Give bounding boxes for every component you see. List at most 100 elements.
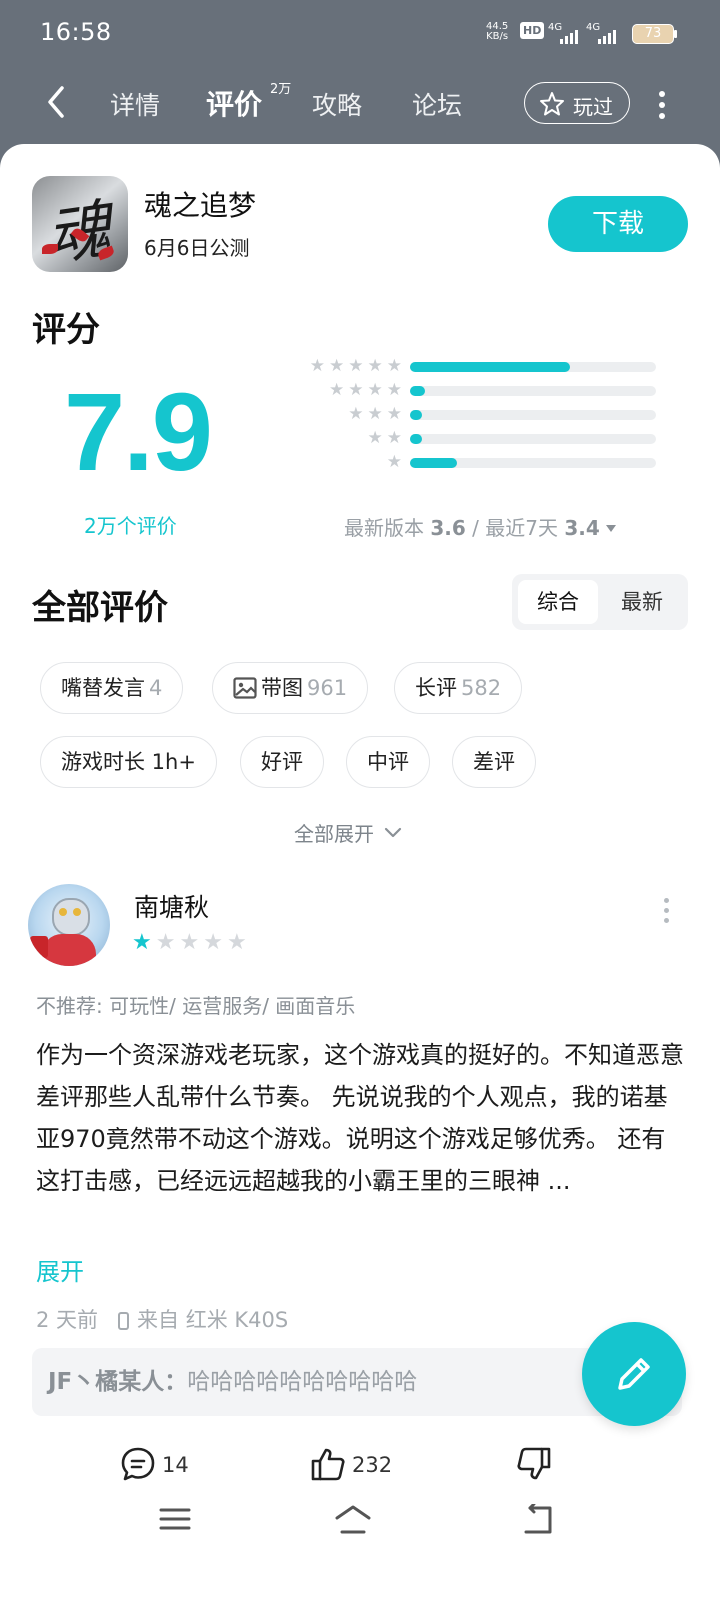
download-button[interactable]: 下载: [548, 196, 688, 252]
version-ratings[interactable]: 最新版本 3.6 / 最近7天 3.4: [344, 512, 616, 541]
review-text: 作为一个资深游戏老玩家，这个游戏真的挺好的。不知道恶意差评那些人乱带什么节奏。 …: [36, 1041, 684, 1195]
rating-row-1-star: ★: [262, 452, 662, 472]
filter-chip-with-image[interactable]: 带图 961: [212, 662, 369, 714]
comment-button[interactable]: 14: [120, 1446, 189, 1482]
write-review-button[interactable]: [582, 1322, 686, 1426]
rating-bar-fill: [410, 434, 423, 444]
reviewer-name[interactable]: 南塘秋: [134, 888, 209, 924]
rating-bar-fill: [410, 362, 570, 372]
chip-label: 游戏时长 1h+: [61, 750, 196, 774]
played-label: 玩过: [573, 95, 613, 119]
rating-bar-fill: [410, 386, 425, 396]
dropdown-caret-icon: [605, 525, 616, 532]
dislike-button[interactable]: [516, 1446, 558, 1482]
chip-label: 带图: [261, 676, 303, 700]
more-icon[interactable]: [656, 88, 668, 120]
chip-label: 好评: [261, 750, 303, 774]
comment-count: 14: [162, 1453, 189, 1477]
like-count: 232: [352, 1453, 393, 1477]
signal-icon-2: 4G: [586, 22, 620, 44]
expand-all-label: 全部展开: [294, 822, 374, 846]
chevron-down-icon: [384, 827, 402, 838]
review-meta: 2 天前 来自 红米 K40S: [36, 1304, 288, 1334]
tab-reviews[interactable]: 评价: [206, 83, 262, 123]
tab-details[interactable]: 详情: [110, 86, 160, 122]
signal-1-label: 4G: [548, 22, 563, 33]
filter-chip-long-review[interactable]: 长评 582: [394, 662, 523, 714]
tab-forum[interactable]: 论坛: [412, 86, 462, 122]
version-label: 最新版本: [344, 516, 424, 540]
rating-bar-track: [410, 410, 656, 420]
back-nav-icon[interactable]: [520, 1504, 556, 1536]
rating-row-5-star: ★★★★★: [262, 356, 662, 376]
content-sheet: 魂 魂之追梦 6月6日公测 下载 评分 7.9 2万个评价 ★★★★★ ★★★★ ★…: [0, 144, 720, 1603]
review-more-icon[interactable]: [664, 898, 670, 928]
recent-label: 最近7天: [485, 516, 558, 540]
played-button[interactable]: 玩过: [524, 82, 630, 124]
expand-review-link[interactable]: 展开: [36, 1252, 84, 1287]
filter-chip-negative[interactable]: 差评: [452, 736, 536, 788]
star-icons: ★★★: [348, 404, 406, 424]
rating-row-2-star: ★★: [262, 428, 662, 448]
net-speed: 44.5 KB/s: [486, 22, 508, 42]
status-bar: 16:58 44.5 KB/s HD 4G 4G 73: [0, 0, 720, 64]
version-score: 3.6: [430, 516, 466, 540]
rating-bar-track: [410, 386, 656, 396]
reply-author: JF丶橘某人：: [48, 1369, 188, 1395]
rating-score: 7.9: [64, 371, 213, 494]
review-time: 2 天前: [36, 1308, 99, 1332]
filter-chip-neutral[interactable]: 中评: [346, 736, 430, 788]
image-icon: [233, 677, 257, 699]
rating-row-3-star: ★★★: [262, 404, 662, 424]
reviewer-rating: ★★★★★: [132, 930, 251, 955]
menu-icon[interactable]: [158, 1504, 192, 1534]
comment-icon: [121, 1447, 155, 1481]
app-icon: 魂: [32, 176, 128, 272]
rating-bar-track: [410, 434, 656, 444]
sort-option-comprehensive[interactable]: 综合: [518, 580, 598, 624]
review-count-badge: 2万: [270, 82, 292, 97]
chip-count: 961: [307, 676, 348, 700]
thumbs-up-icon: [311, 1448, 345, 1481]
star-empty-icon: ★: [226, 930, 251, 955]
chip-label: 差评: [473, 750, 515, 774]
hd-icon: HD: [520, 22, 545, 39]
review-device: 来自 红米 K40S: [137, 1308, 289, 1332]
review-actions: 14 232: [0, 1440, 720, 1490]
tab-guides[interactable]: 攻略: [312, 86, 362, 122]
thumbs-down-icon: [517, 1447, 551, 1480]
filter-chip-highlight[interactable]: 嘴替发言 4: [40, 662, 184, 714]
expand-all-button[interactable]: 全部展开: [294, 818, 402, 847]
star-plus-icon: [540, 92, 564, 116]
clock: 16:58: [40, 18, 112, 46]
chip-label: 嘴替发言: [61, 676, 145, 700]
rating-bar-track: [410, 362, 656, 372]
phone-icon: [118, 1312, 130, 1330]
sort-option-latest[interactable]: 最新: [602, 580, 682, 624]
star-filled-icon: ★: [132, 930, 156, 955]
back-icon[interactable]: [40, 82, 76, 122]
rating-bar-fill: [410, 458, 457, 468]
chip-label: 长评: [415, 676, 457, 700]
avatar[interactable]: [28, 884, 110, 966]
star-empty-icon: ★: [155, 930, 180, 955]
rating-row-4-star: ★★★★: [262, 380, 662, 400]
reply-text: 哈哈哈哈哈哈哈哈哈哈: [187, 1369, 418, 1395]
like-button[interactable]: 232: [310, 1446, 392, 1482]
chip-count: 4: [149, 676, 163, 700]
all-reviews-title: 全部评价: [32, 588, 168, 628]
chip-count: 582: [461, 676, 502, 700]
filter-chip-positive[interactable]: 好评: [240, 736, 324, 788]
filter-chip-playtime[interactable]: 游戏时长 1h+: [40, 736, 217, 788]
battery-icon: 73: [632, 24, 677, 44]
signal-2-label: 4G: [586, 22, 601, 33]
rating-title: 评分: [32, 310, 100, 350]
rating-bar-track: [410, 458, 656, 468]
system-nav-bar: [0, 1496, 720, 1556]
review-tags: 不推荐: 可玩性/ 运营服务/ 画面音乐: [36, 994, 356, 1018]
home-icon[interactable]: [334, 1504, 372, 1536]
sort-toggle: 综合 最新: [512, 574, 688, 630]
rating-count[interactable]: 2万个评价: [84, 510, 177, 539]
version-separator: /: [472, 516, 479, 540]
star-icons: ★★★★: [329, 380, 406, 400]
